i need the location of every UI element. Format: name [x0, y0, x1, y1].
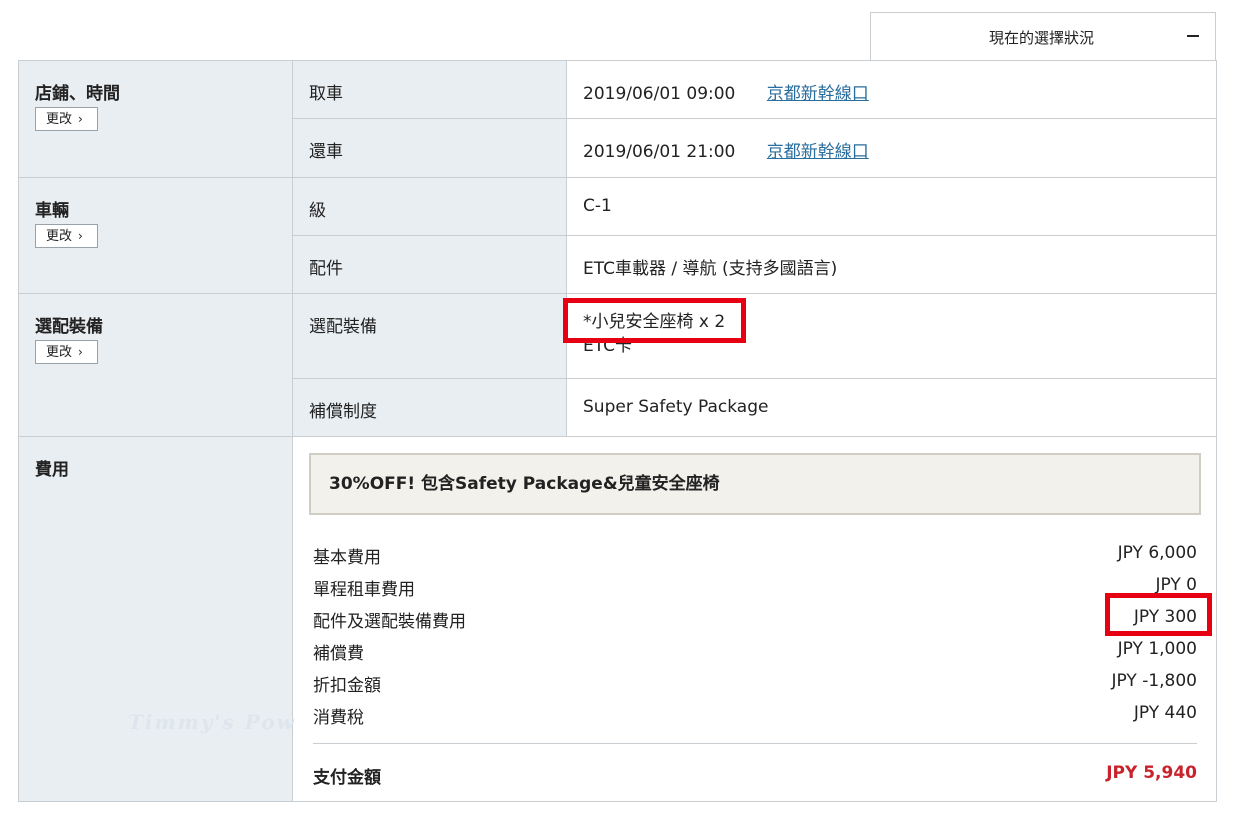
- section-store-time: 店鋪、時間 更改 › 取車 2019/06/01 09:00 京都新幹線口 還車 …: [19, 61, 1216, 178]
- fee-line: 折扣金額 JPY -1,800: [313, 671, 1197, 696]
- total-amount: JPY 5,940: [1106, 763, 1197, 783]
- total-name: 支付金額: [313, 768, 381, 788]
- fee-line: 基本費用 JPY 6,000: [313, 543, 1197, 568]
- change-options-button[interactable]: 更改 ›: [35, 340, 98, 364]
- promo-banner: 30%OFF! 包含Safety Package&兒童安全座椅: [309, 453, 1201, 515]
- fee-name: 補償費: [313, 644, 364, 664]
- return-datetime: 2019/06/01 21:00: [583, 142, 736, 162]
- row-equipment: 選配裝備 *小兒安全座椅 x 2 ETC卡: [293, 294, 1216, 379]
- fee-line: 補償費 JPY 1,000: [313, 639, 1197, 664]
- row-return: 還車 2019/06/01 21:00 京都新幹線口: [293, 119, 1216, 177]
- fee-line: 配件及選配裝備費用 JPY 300: [313, 607, 1197, 632]
- change-vehicle-button[interactable]: 更改 ›: [35, 224, 98, 248]
- row-accessories: 配件 ETC車載器 / 導航 (支持多國語言): [293, 236, 1216, 293]
- fee-name: 單程租車費用: [313, 580, 415, 600]
- row-key: 補償制度: [293, 379, 567, 436]
- compensation-value: Super Safety Package: [583, 397, 769, 417]
- chevron-right-icon: ›: [78, 229, 83, 243]
- row-key: 選配裝備: [293, 294, 567, 378]
- section-vehicle: 車輛 更改 › 級 C-1 配件 ETC車載器 / 導航 (支持多國語言): [19, 178, 1216, 294]
- return-store-link[interactable]: 京都新幹線口: [767, 142, 869, 162]
- section-fees: 費用 30%OFF! 包含Safety Package&兒童安全座椅 基本費用 …: [19, 437, 1216, 801]
- chevron-right-icon: ›: [78, 345, 83, 359]
- pickup-store-link[interactable]: 京都新幹線口: [767, 84, 869, 104]
- accessories-value: ETC車載器 / 導航 (支持多國語言): [583, 259, 838, 279]
- fee-name: 消費稅: [313, 708, 364, 728]
- fee-line: 單程租車費用 JPY 0: [313, 575, 1198, 600]
- row-key: 還車: [293, 119, 567, 177]
- pickup-value: 2019/06/01 09:00 京都新幹線口: [583, 79, 869, 104]
- section-title: 選配裝備: [35, 317, 103, 337]
- row-key: 取車: [293, 61, 567, 118]
- fee-amount: JPY 6,000: [1117, 543, 1197, 563]
- section-title: 費用: [35, 460, 69, 480]
- chevron-right-icon: ›: [78, 112, 83, 126]
- row-pickup: 取車 2019/06/01 09:00 京都新幹線口: [293, 61, 1216, 119]
- selection-summary-table: 店鋪、時間 更改 › 取車 2019/06/01 09:00 京都新幹線口 還車 …: [18, 60, 1217, 802]
- selection-status-title: 現在的選擇狀況: [989, 29, 1095, 47]
- fee-name: 基本費用: [313, 548, 381, 568]
- section-title: 車輛: [35, 201, 69, 221]
- fee-name: 配件及選配裝備費用: [313, 612, 466, 632]
- fee-divider: [313, 743, 1197, 744]
- highlight-child-seat-box: [563, 298, 746, 343]
- row-class: 級 C-1: [293, 178, 1216, 236]
- highlight-option-fee-box: [1105, 593, 1212, 636]
- change-store-time-button[interactable]: 更改 ›: [35, 107, 98, 131]
- row-key: 配件: [293, 236, 567, 293]
- section-label-fees: 費用: [19, 437, 293, 801]
- row-compensation: 補償制度 Super Safety Package: [293, 379, 1216, 436]
- fee-amount: JPY 1,000: [1117, 639, 1197, 659]
- fee-amount: JPY 440: [1133, 703, 1197, 723]
- return-value: 2019/06/01 21:00 京都新幹線口: [583, 137, 869, 162]
- pickup-datetime: 2019/06/01 09:00: [583, 84, 736, 104]
- section-label-options: 選配裝備 更改 ›: [19, 294, 293, 436]
- section-label-vehicle: 車輛 更改 ›: [19, 178, 293, 293]
- section-label-store-time: 店鋪、時間 更改 ›: [19, 61, 293, 177]
- row-key: 級: [293, 178, 567, 235]
- section-title: 店鋪、時間: [35, 84, 120, 104]
- watermark-text: Timmy's Pow: [128, 710, 296, 734]
- fee-amount: JPY -1,800: [1111, 671, 1197, 691]
- class-value: C-1: [583, 196, 612, 216]
- fee-name: 折扣金額: [313, 676, 381, 696]
- fee-breakdown: 30%OFF! 包含Safety Package&兒童安全座椅 基本費用 JPY…: [293, 437, 1216, 801]
- selection-status-toggle[interactable]: 現在的選擇狀況: [870, 12, 1216, 60]
- fee-line: 消費稅 JPY 440: [313, 703, 1197, 728]
- fee-amount: JPY 0: [1155, 575, 1198, 595]
- collapse-minus-icon[interactable]: [1187, 35, 1199, 37]
